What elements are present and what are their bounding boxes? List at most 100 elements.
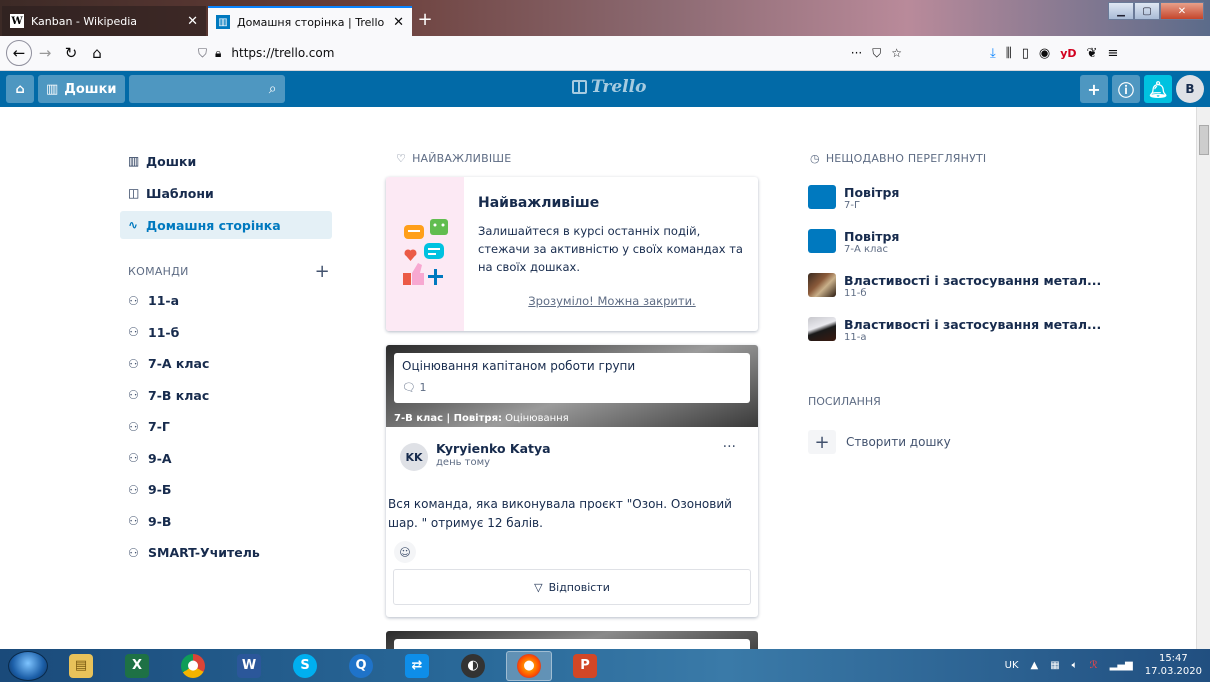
start-button[interactable]	[8, 650, 48, 681]
close-tab-icon[interactable]: ✕	[187, 14, 198, 29]
logo-text: Trello	[591, 77, 647, 97]
main-content: ▥ Дошки ◫ Шаблони ∿ Домашня сторінка КОМ…	[0, 107, 1196, 649]
taskbar-powerpoint[interactable]: P	[562, 651, 608, 681]
trello-favicon-icon: ▥	[216, 15, 230, 29]
post-time: день тому	[436, 457, 491, 468]
author-avatar[interactable]: KK	[400, 443, 428, 471]
search-box[interactable]: ⌕	[83, 75, 285, 103]
team-people-icon: ⚇	[128, 293, 139, 308]
account-icon[interactable]: ◉	[1039, 46, 1050, 61]
new-tab-button[interactable]: +	[414, 6, 436, 32]
taskbar-chrome[interactable]: ●	[170, 651, 216, 681]
notifications-button[interactable]: 🔔︎	[1144, 75, 1172, 103]
reply-button[interactable]: ▽ Відповісти	[393, 569, 751, 605]
maximize-button[interactable]: ▢	[1134, 2, 1160, 20]
tab-wikipedia[interactable]: W Kanban - Wikipedia ✕	[2, 6, 206, 36]
taskbar-skype[interactable]: S	[282, 651, 328, 681]
recent-board-item[interactable]: Властивості і застосування метал... 11-б	[808, 269, 1108, 313]
sidebar-team[interactable]: ⚇ 7-В клас	[120, 380, 332, 412]
tracking-shield-icon[interactable]: ⛉	[198, 46, 207, 61]
mini-card[interactable]: Оцінювання капітаном роботи групи 🗨︎ 1	[394, 353, 750, 403]
mini-card[interactable]	[394, 639, 750, 649]
team-people-icon: ⚇	[128, 545, 139, 560]
reload-button[interactable]: ↻	[58, 40, 84, 66]
browser-nav-bar: ← → ↻ ⌂ ⛉ 🔒︎ https://trello.com ··· ⛉ ☆ …	[0, 36, 1210, 71]
recent-board-item[interactable]: Властивості і застосування метал... 11-а	[808, 313, 1108, 357]
taskbar-explorer[interactable]: ▤	[58, 651, 104, 681]
scrollbar-thumb[interactable]	[1199, 125, 1209, 155]
create-board-button[interactable]: + Створити дошку	[808, 430, 1108, 454]
yandex-icon[interactable]: yD	[1060, 47, 1076, 60]
plus-icon: +	[808, 430, 836, 454]
network-icon[interactable]: ▦	[1050, 660, 1059, 671]
taskbar-teamviewer[interactable]: ⇄	[394, 651, 440, 681]
trello-logo[interactable]: Trello	[572, 77, 646, 97]
sidebar-item-home[interactable]: ∿ Домашня сторінка	[120, 211, 332, 239]
taskbar-firefox[interactable]: ●	[506, 650, 552, 681]
signal-icon[interactable]: ▂▄▆	[1110, 660, 1133, 671]
activity-pulse-icon: ∿	[128, 218, 139, 232]
forward-button[interactable]: →	[32, 40, 58, 66]
sidebar-team[interactable]: ⚇ 11-б	[120, 317, 332, 349]
system-clock[interactable]: 15:47 17.03.2020	[1145, 653, 1202, 678]
more-options-icon[interactable]: ···	[723, 439, 736, 455]
tray-expand-icon[interactable]: ▲	[1031, 660, 1039, 671]
extension-icon[interactable]: ❦	[1087, 46, 1098, 61]
tab-trello[interactable]: ▥ Домашня сторінка | Trello ✕	[208, 6, 412, 36]
taskbar-word[interactable]: W	[226, 651, 272, 681]
window-controls: ▁ ▢ ✕	[1108, 2, 1204, 20]
info-button[interactable]: ⓘ	[1112, 75, 1140, 103]
close-tab-icon[interactable]: ✕	[393, 15, 404, 30]
sidebar-team[interactable]: ⚇ SMART-Учитель	[120, 537, 332, 569]
minimize-button[interactable]: ▁	[1108, 2, 1134, 20]
team-people-icon: ⚇	[128, 388, 139, 403]
taskbar-excel[interactable]: X	[114, 651, 160, 681]
recent-board-item[interactable]: Повітря 7-А клас	[808, 225, 1108, 269]
recent-board-item[interactable]: Повітря 7-Г	[808, 181, 1108, 225]
card-breadcrumb[interactable]: 7-В клас | Повітря: Оцінювання	[394, 413, 569, 424]
search-icon[interactable]: ⌕	[269, 81, 277, 97]
taskbar-media-player[interactable]: ◐	[450, 651, 496, 681]
trello-home-button[interactable]: ⌂	[6, 75, 34, 103]
board-team: 11-б	[844, 288, 867, 299]
sidebar-team[interactable]: ⚇ 7-Г	[120, 411, 332, 443]
reply-label: Відповісти	[548, 580, 610, 594]
sidebar-team[interactable]: ⚇ 11-а	[120, 285, 332, 317]
sidebar-item-boards[interactable]: ▥ Дошки	[120, 147, 332, 175]
acrobat-tray-icon[interactable]: ℛ	[1090, 660, 1098, 671]
comment-count: 🗨︎ 1	[402, 381, 427, 394]
download-icon[interactable]: ⤓	[990, 46, 996, 61]
lock-icon[interactable]: 🔒︎	[215, 46, 221, 61]
user-avatar[interactable]: B	[1176, 75, 1204, 103]
media-player-icon: ◐	[461, 653, 485, 678]
taskbar-quicktime[interactable]: Q	[338, 651, 384, 681]
sidebar-team[interactable]: ⚇ 9-В	[120, 506, 332, 538]
menu-icon[interactable]: ≡	[1107, 46, 1118, 61]
add-team-button[interactable]: +	[315, 261, 330, 282]
add-reaction-icon[interactable]: ☺	[394, 541, 416, 563]
board-thumbnail	[808, 185, 836, 209]
search-input[interactable]	[83, 81, 269, 97]
page-actions-icon[interactable]: ···	[851, 46, 862, 60]
back-button[interactable]: ←	[6, 40, 32, 66]
sidebar-team[interactable]: ⚇ 7-А клас	[120, 348, 332, 380]
language-indicator[interactable]: UK	[1005, 660, 1019, 671]
sidebar-item-templates[interactable]: ◫ Шаблони	[120, 179, 332, 207]
sidebar-team[interactable]: ⚇ 9-А	[120, 443, 332, 475]
library-icon[interactable]: ⫼	[1006, 46, 1012, 61]
sidebar-icon[interactable]: ▯	[1022, 46, 1029, 61]
author-name[interactable]: Kyryienko Katya	[436, 441, 551, 456]
create-button[interactable]: +	[1080, 75, 1108, 103]
home-button[interactable]: ⌂	[84, 40, 110, 66]
volume-icon[interactable]: 🔈︎	[1072, 660, 1078, 671]
pocket-icon[interactable]: ⛉	[872, 46, 881, 61]
bookmark-star-icon[interactable]: ☆	[891, 46, 902, 60]
sidebar-team[interactable]: ⚇ 9-Б	[120, 474, 332, 506]
url-bar[interactable]: ⛉ 🔒︎ https://trello.com ··· ⛉ ☆	[190, 40, 910, 66]
vertical-scrollbar[interactable]	[1196, 107, 1210, 649]
close-window-button[interactable]: ✕	[1160, 2, 1204, 20]
board-name: Повітря	[844, 229, 900, 244]
browser-toolbar: ⤓ ⫼ ▯ ◉ yD ❦ ≡	[990, 46, 1118, 61]
url-text[interactable]: https://trello.com	[231, 46, 334, 60]
dismiss-link[interactable]: Зрозуміло! Можна закрити.	[478, 294, 746, 308]
